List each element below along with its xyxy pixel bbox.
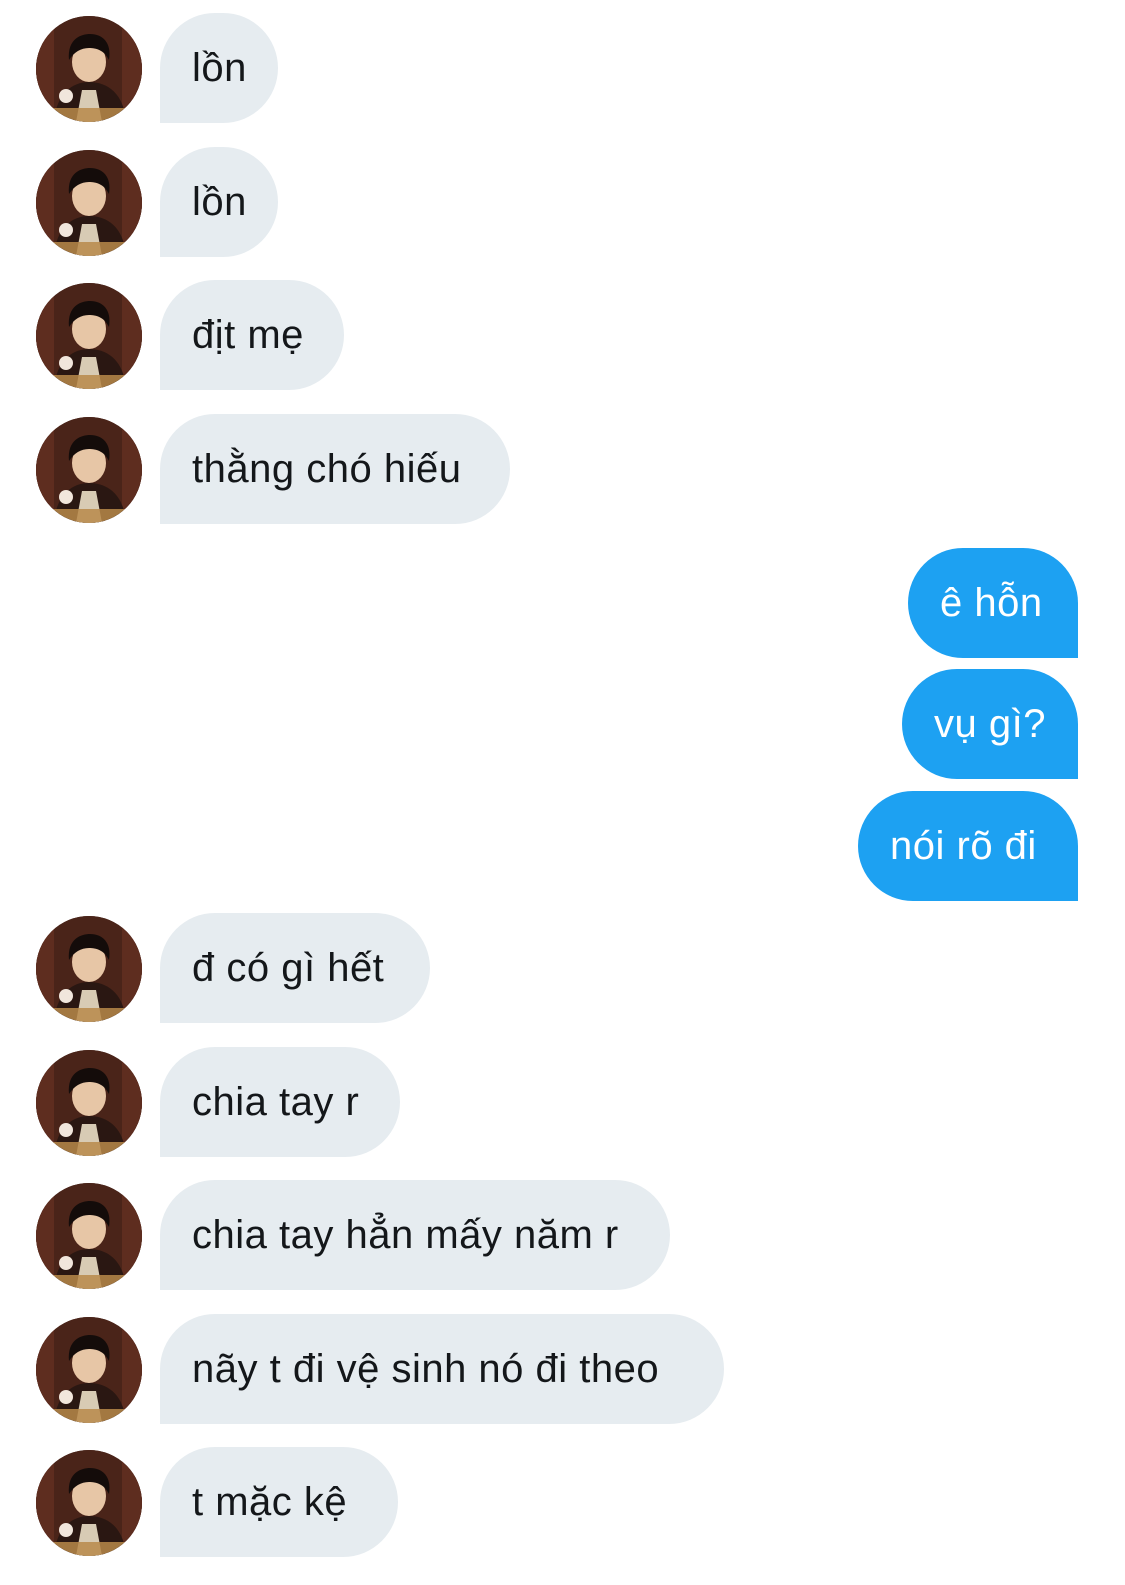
incoming-message-bubble[interactable]: nãy t đi vệ sinh nó đi theo [160, 1314, 724, 1424]
avatar-photo-icon [36, 1450, 142, 1556]
avatar-photo-icon [36, 1317, 142, 1423]
sender-avatar[interactable] [36, 1450, 142, 1556]
avatar-photo-icon [36, 150, 142, 256]
incoming-message-bubble[interactable]: t mặc kệ [160, 1447, 398, 1557]
incoming-message-bubble[interactable]: đ có gì hết [160, 913, 430, 1023]
avatar-photo-icon [36, 916, 142, 1022]
sender-avatar[interactable] [36, 417, 142, 523]
message-row: ê hỗn [0, 548, 1125, 658]
avatar-photo-icon [36, 16, 142, 122]
sender-avatar[interactable] [36, 916, 142, 1022]
sender-avatar[interactable] [36, 150, 142, 256]
message-row: lồn [0, 13, 1125, 123]
message-row: thằng chó hiếu [0, 414, 1125, 524]
sender-avatar[interactable] [36, 1317, 142, 1423]
outgoing-message-bubble[interactable]: ê hỗn [908, 548, 1078, 658]
message-row: nãy t đi vệ sinh nó đi theo [0, 1314, 1125, 1424]
incoming-message-bubble[interactable]: lồn [160, 13, 278, 123]
incoming-message-bubble[interactable]: chia tay r [160, 1047, 400, 1157]
outgoing-message-bubble[interactable]: nói rõ đi [858, 791, 1078, 901]
incoming-message-bubble[interactable]: thằng chó hiếu [160, 414, 510, 524]
message-row: t mặc kệ [0, 1447, 1125, 1557]
message-row: vụ gì? [0, 669, 1125, 779]
message-thread[interactable]: lồn lồn địt mẹ thằng chó hiếu ê hỗn vụ g… [0, 0, 1125, 1585]
message-row: nói rõ đi [0, 791, 1125, 901]
message-row: lồn [0, 147, 1125, 257]
sender-avatar[interactable] [36, 1183, 142, 1289]
avatar-photo-icon [36, 1050, 142, 1156]
avatar-photo-icon [36, 1183, 142, 1289]
incoming-message-bubble[interactable]: lồn [160, 147, 278, 257]
avatar-photo-icon [36, 283, 142, 389]
outgoing-message-bubble[interactable]: vụ gì? [902, 669, 1078, 779]
sender-avatar[interactable] [36, 1050, 142, 1156]
message-row: đ có gì hết [0, 913, 1125, 1023]
incoming-message-bubble[interactable]: chia tay hẳn mấy năm r [160, 1180, 670, 1290]
avatar-photo-icon [36, 417, 142, 523]
message-row: chia tay hẳn mấy năm r [0, 1180, 1125, 1290]
sender-avatar[interactable] [36, 283, 142, 389]
sender-avatar[interactable] [36, 16, 142, 122]
message-row: chia tay r [0, 1047, 1125, 1157]
message-row: địt mẹ [0, 280, 1125, 390]
incoming-message-bubble[interactable]: địt mẹ [160, 280, 344, 390]
